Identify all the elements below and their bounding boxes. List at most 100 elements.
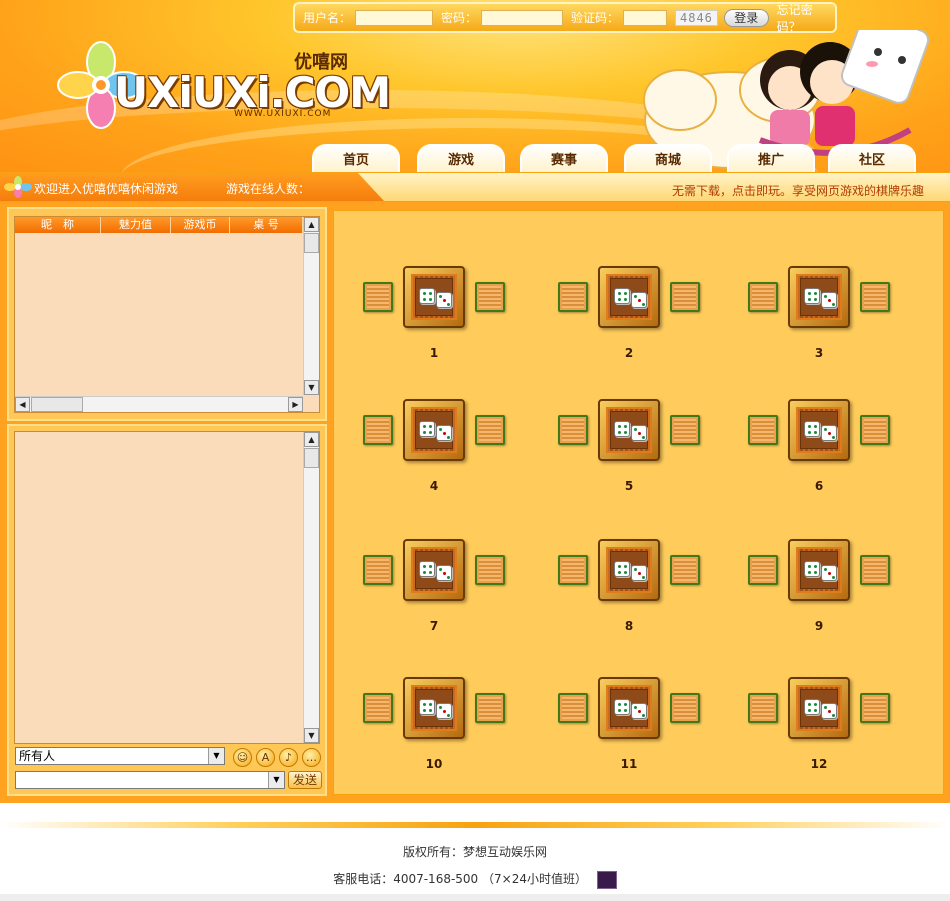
scroll-down-button[interactable]: ▼	[304, 728, 319, 743]
game-table-6: 6	[747, 399, 897, 509]
table-dice-icon[interactable]	[598, 677, 660, 739]
game-table-11: 11	[557, 677, 707, 787]
recipient-select[interactable]: 所有人 ▼	[15, 747, 225, 765]
seat-left-button[interactable]	[748, 693, 778, 723]
seat-left-button[interactable]	[748, 282, 778, 312]
table-dice-icon[interactable]	[598, 539, 660, 601]
nav-tab-mall[interactable]: 商城	[624, 144, 712, 172]
game-table-10: 10	[362, 677, 512, 787]
table-dice-icon[interactable]	[598, 266, 660, 328]
table-dice-icon[interactable]	[403, 399, 465, 461]
login-bar: 用户名： 密码： 验证码： 4846 登录 忘记密码？	[293, 2, 837, 34]
scroll-left-button[interactable]: ◀	[15, 397, 30, 412]
seat-left-button[interactable]	[558, 555, 588, 585]
chevron-down-icon[interactable]: ▼	[208, 748, 224, 764]
table-number: 6	[814, 479, 824, 493]
game-table-9: 9	[747, 539, 897, 649]
nav-tab-games[interactable]: 游戏	[417, 144, 505, 172]
nav-tab-home[interactable]: 首页	[312, 144, 400, 172]
seat-left-button[interactable]	[748, 415, 778, 445]
scroll-up-button[interactable]: ▲	[304, 217, 319, 232]
column-nickname[interactable]: 昵 称	[15, 217, 101, 233]
captcha-input[interactable]	[623, 9, 668, 26]
scroll-up-button[interactable]: ▲	[304, 432, 319, 447]
sound-icon[interactable]: ♪	[279, 748, 298, 767]
game-table-12: 12	[747, 677, 897, 787]
table-number: 12	[810, 757, 828, 771]
seat-left-button[interactable]	[748, 555, 778, 585]
game-table-panel: 1 2 3 4 5 6 7 8 9 10 11 12	[333, 210, 944, 795]
password-label: 密码：	[441, 11, 478, 25]
seat-right-button[interactable]	[670, 555, 700, 585]
seat-left-button[interactable]	[558, 415, 588, 445]
seat-left-button[interactable]	[363, 693, 393, 723]
logo-url: WWW.UXIUXI.COM	[234, 109, 332, 119]
seat-right-button[interactable]	[475, 282, 505, 312]
seat-right-button[interactable]	[670, 282, 700, 312]
seat-right-button[interactable]	[475, 693, 505, 723]
table-dice-icon[interactable]	[788, 539, 850, 601]
message-input[interactable]: ▼	[15, 771, 285, 789]
seat-left-button[interactable]	[363, 282, 393, 312]
table-dice-icon[interactable]	[403, 266, 465, 328]
column-charm[interactable]: 魅力值	[101, 217, 171, 233]
vertical-scrollbar[interactable]: ▲ ▼	[303, 432, 319, 743]
nav-tab-promotion[interactable]: 推广	[727, 144, 815, 172]
table-dice-icon[interactable]	[788, 266, 850, 328]
game-table-8: 8	[557, 539, 707, 649]
scroll-thumb[interactable]	[31, 397, 83, 412]
welcome-strip: 欢迎进入优嘻优嘻休闲游戏 游戏在线人数： 无需下载，点击即玩。享受网页游戏的棋牌…	[0, 172, 950, 202]
footer-divider	[0, 822, 950, 828]
username-input[interactable]	[355, 9, 434, 26]
password-input[interactable]	[481, 9, 564, 26]
user-list[interactable]: 昵 称 魅力值 游戏币 桌 号 ▲ ▼ ◀ ▶	[14, 216, 320, 413]
seat-right-button[interactable]	[860, 282, 890, 312]
smile-icon[interactable]: ☺	[233, 748, 252, 767]
scroll-down-button[interactable]: ▼	[304, 380, 319, 395]
send-button[interactable]: 发送	[288, 771, 322, 789]
seat-right-button[interactable]	[475, 415, 505, 445]
nav-tab-community[interactable]: 社区	[828, 144, 916, 172]
scroll-right-button[interactable]: ▶	[288, 397, 303, 412]
table-dice-icon[interactable]	[403, 539, 465, 601]
table-dice-icon[interactable]	[403, 677, 465, 739]
horizontal-scrollbar[interactable]: ◀ ▶	[15, 396, 303, 412]
table-dice-icon[interactable]	[598, 399, 660, 461]
nav-tab-events[interactable]: 赛事	[520, 144, 608, 172]
seat-right-button[interactable]	[670, 693, 700, 723]
login-button[interactable]: 登录	[723, 8, 769, 27]
stats-icon[interactable]	[596, 870, 617, 889]
seat-right-button[interactable]	[475, 555, 505, 585]
game-table-7: 7	[362, 539, 512, 649]
seat-right-button[interactable]	[860, 415, 890, 445]
seat-left-button[interactable]	[363, 555, 393, 585]
vertical-scrollbar[interactable]: ▲ ▼	[303, 217, 319, 395]
table-dice-icon[interactable]	[788, 399, 850, 461]
seat-left-button[interactable]	[363, 415, 393, 445]
main-area: 昵 称 魅力值 游戏币 桌 号 ▲ ▼ ◀ ▶ ▲ ▼ 所有人 ▼ ☺ A ♪ …	[0, 202, 950, 803]
scroll-thumb[interactable]	[304, 448, 319, 468]
column-table-number[interactable]: 桌 号	[230, 217, 303, 233]
service-phone-text: 客服电话：4007-168-500 （7×24小时值班）	[333, 872, 587, 886]
chat-messages[interactable]: ▲ ▼	[14, 431, 320, 744]
seat-left-button[interactable]	[558, 693, 588, 723]
bottom-bar	[0, 894, 950, 901]
chevron-down-icon[interactable]: ▼	[268, 772, 284, 788]
user-list-header: 昵 称 魅力值 游戏币 桌 号	[15, 217, 303, 233]
scroll-thumb[interactable]	[304, 233, 319, 253]
seat-right-button[interactable]	[670, 415, 700, 445]
table-number: 4	[429, 479, 439, 493]
seat-right-button[interactable]	[860, 693, 890, 723]
font-icon[interactable]: A	[256, 748, 275, 767]
seat-right-button[interactable]	[860, 555, 890, 585]
site-logo[interactable]: UXiUXi.COM 优嘻网 WWW.UXIUXI.COM	[56, 34, 391, 134]
header: 用户名： 密码： 验证码： 4846 登录 忘记密码？ UXiUXi.COM 优…	[0, 0, 950, 172]
table-number: 3	[814, 346, 824, 360]
game-table-5: 5	[557, 399, 707, 509]
table-number: 11	[620, 757, 638, 771]
column-coins[interactable]: 游戏币	[171, 217, 230, 233]
more-icon[interactable]: …	[302, 748, 321, 767]
captcha-image[interactable]: 4846	[675, 9, 718, 26]
table-dice-icon[interactable]	[788, 677, 850, 739]
seat-left-button[interactable]	[558, 282, 588, 312]
